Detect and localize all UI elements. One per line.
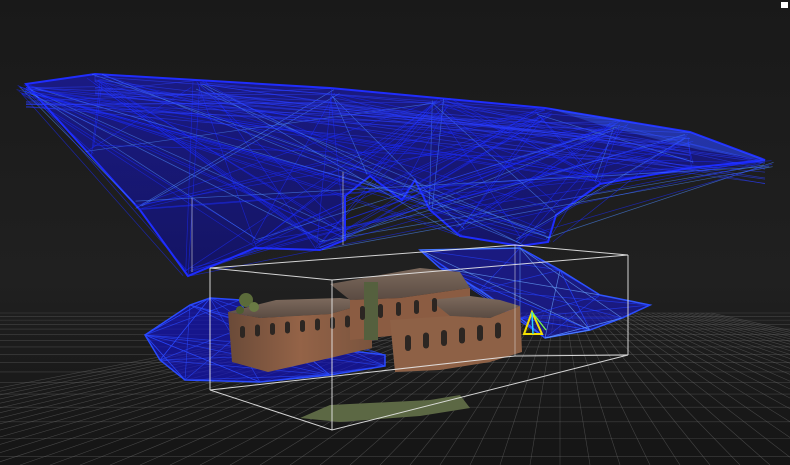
building-window: [255, 324, 260, 337]
tree: [249, 302, 259, 312]
building-window: [300, 320, 305, 332]
tree: [236, 306, 244, 314]
building-window: [495, 322, 501, 339]
building-window: [459, 327, 465, 344]
building-window: [240, 326, 245, 338]
building-window: [432, 298, 437, 312]
building-tower: [364, 282, 378, 340]
building-window: [315, 318, 320, 331]
background: [0, 0, 790, 465]
building-window: [345, 315, 350, 328]
corner-indicator: [781, 2, 788, 8]
3d-viewport[interactable]: [0, 0, 790, 465]
building-window: [285, 321, 290, 334]
building-window: [441, 330, 447, 346]
building-window: [477, 325, 483, 341]
building-window: [378, 304, 383, 318]
building-window: [414, 300, 419, 314]
building-window: [396, 302, 401, 316]
3d-scene[interactable]: [0, 0, 790, 465]
building-window: [360, 306, 365, 320]
building-window: [405, 335, 411, 351]
building-window: [270, 323, 275, 335]
building-window: [423, 332, 429, 349]
